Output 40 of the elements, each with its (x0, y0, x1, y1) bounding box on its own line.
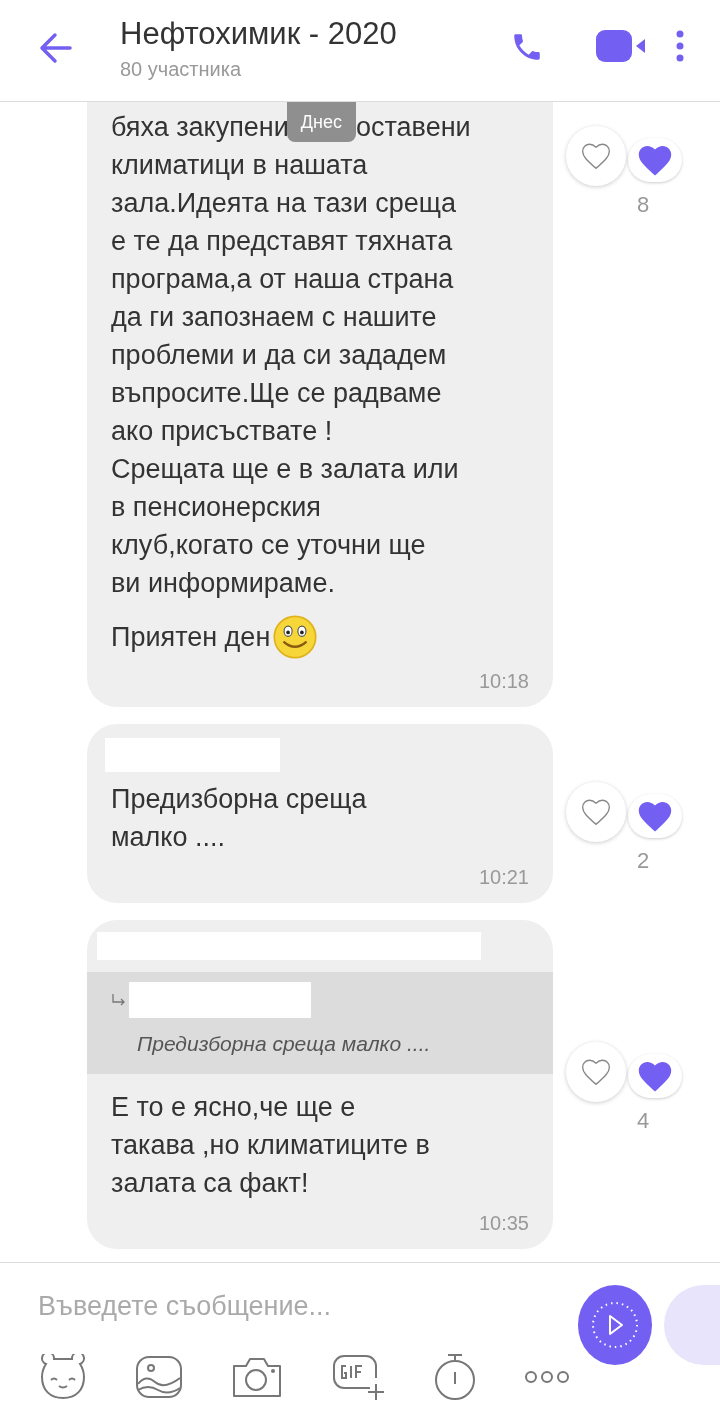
heart-reaction-button[interactable] (628, 1054, 682, 1098)
message-time: 10:18 (478, 670, 529, 693)
participant-count: 80 участника (120, 58, 243, 81)
gallery-icon[interactable] (134, 1354, 184, 1400)
like-button[interactable] (566, 126, 626, 186)
bear-sticker-icon[interactable] (38, 1354, 88, 1400)
heart-icon (636, 799, 674, 833)
heart-reaction-button[interactable] (628, 138, 682, 182)
message-text: бяха закупени (111, 111, 289, 144)
heart-outline-icon (579, 797, 613, 827)
message-input-field[interactable]: Въведете съобщение... (38, 1291, 458, 1322)
like-button[interactable] (566, 1042, 626, 1102)
heart-reaction-button[interactable] (628, 794, 682, 838)
back-arrow-icon[interactable] (38, 30, 74, 66)
message-text: оставени (356, 111, 471, 144)
message-text: Приятен ден (111, 621, 271, 653)
reaction-count: 8 (636, 192, 650, 218)
heart-icon (636, 1059, 674, 1093)
heart-outline-icon (579, 141, 613, 171)
heart-outline-icon (579, 1057, 613, 1087)
quoted-text: Предизборна среща малко .... (137, 1032, 432, 1056)
more-icon[interactable] (524, 1370, 570, 1384)
timer-icon[interactable] (432, 1352, 478, 1402)
more-options-icon[interactable] (676, 30, 684, 62)
reaction-count: 2 (636, 848, 650, 874)
reply-arrow-icon (111, 992, 127, 1008)
chat-title: Нефтохимик - 2020 (120, 15, 398, 53)
video-camera-icon[interactable] (596, 30, 646, 62)
message-time: 10:35 (478, 1212, 529, 1235)
play-icon (590, 1300, 641, 1350)
reaction-count: 4 (636, 1108, 650, 1134)
gif-icon[interactable] (330, 1352, 386, 1402)
message-time: 10:21 (478, 866, 529, 889)
smiley-icon (272, 614, 319, 660)
like-button[interactable] (566, 782, 626, 842)
message-text: Предизборна среща малко .... (111, 783, 368, 854)
date-badge: Днес (286, 102, 356, 142)
message-text: Е то е ясно,че ще е такава ,но климатиците в залата са факт! (111, 1091, 431, 1200)
message-text: климатици в нашата зала.Идеята на тази среща е те да представят тяхната програма,а от наша страна да ги запознаем с нашите проблеми и да си зададем въпросите.Ще се радваме ако присъствате ! Срещата ще е в залата или в пенсионерския клуб,когато се уточни ще ви информираме. (111, 149, 460, 600)
heart-icon (636, 143, 674, 177)
